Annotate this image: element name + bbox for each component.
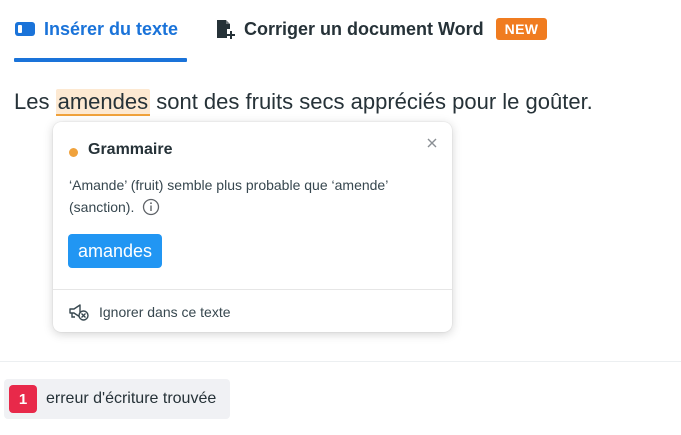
popup-category-title: Grammaire <box>88 141 173 158</box>
popup-divider <box>53 289 452 290</box>
tab-insert-text[interactable]: Insérer du texte <box>14 0 187 62</box>
ignore-in-text-button[interactable]: Ignorer dans ce texte <box>68 300 231 324</box>
new-badge: NEW <box>495 18 548 40</box>
document-add-icon <box>214 18 236 40</box>
highlighted-error-word[interactable]: amendes <box>55 89 151 116</box>
ignore-label: Ignorer dans ce texte <box>99 304 231 320</box>
error-count-summary[interactable]: 1 erreur d'écriture trouvée <box>4 379 231 419</box>
editor-text-before: Les <box>14 89 56 114</box>
keyboard-icon <box>14 21 36 37</box>
editor-text-after: sont des fruits secs appréciés pour le g… <box>150 89 593 114</box>
app: Insérer du texte Corriger un document Wo… <box>0 0 681 435</box>
text-editor[interactable]: Les amendes sont des fruits secs appréci… <box>14 86 674 118</box>
bottom-divider <box>0 361 681 362</box>
tab-correct-word-label: Corriger un document Word <box>244 18 484 39</box>
active-tab-indicator <box>14 58 187 62</box>
tab-correct-word-document[interactable]: Corriger un document Word NEW <box>214 0 548 58</box>
tab-bar: Insérer du texte Corriger un document Wo… <box>0 0 681 62</box>
info-icon[interactable] <box>142 198 160 216</box>
error-count-label: erreur d'écriture trouvée <box>46 390 217 407</box>
popup-message-text: ‘Amande’ (fruit) semble plus probable qu… <box>69 177 388 215</box>
close-icon[interactable] <box>423 134 441 152</box>
suggestion-button[interactable]: amandes <box>68 234 163 268</box>
error-count-badge: 1 <box>9 385 37 413</box>
correction-popup: Grammaire ‘Amande’ (fruit) semble plus p… <box>53 122 452 332</box>
tab-insert-text-label: Insérer du texte <box>44 18 179 39</box>
grammar-status-dot <box>69 148 78 157</box>
ignore-icon <box>68 302 90 322</box>
popup-message: ‘Amande’ (fruit) semble plus probable qu… <box>69 174 429 218</box>
